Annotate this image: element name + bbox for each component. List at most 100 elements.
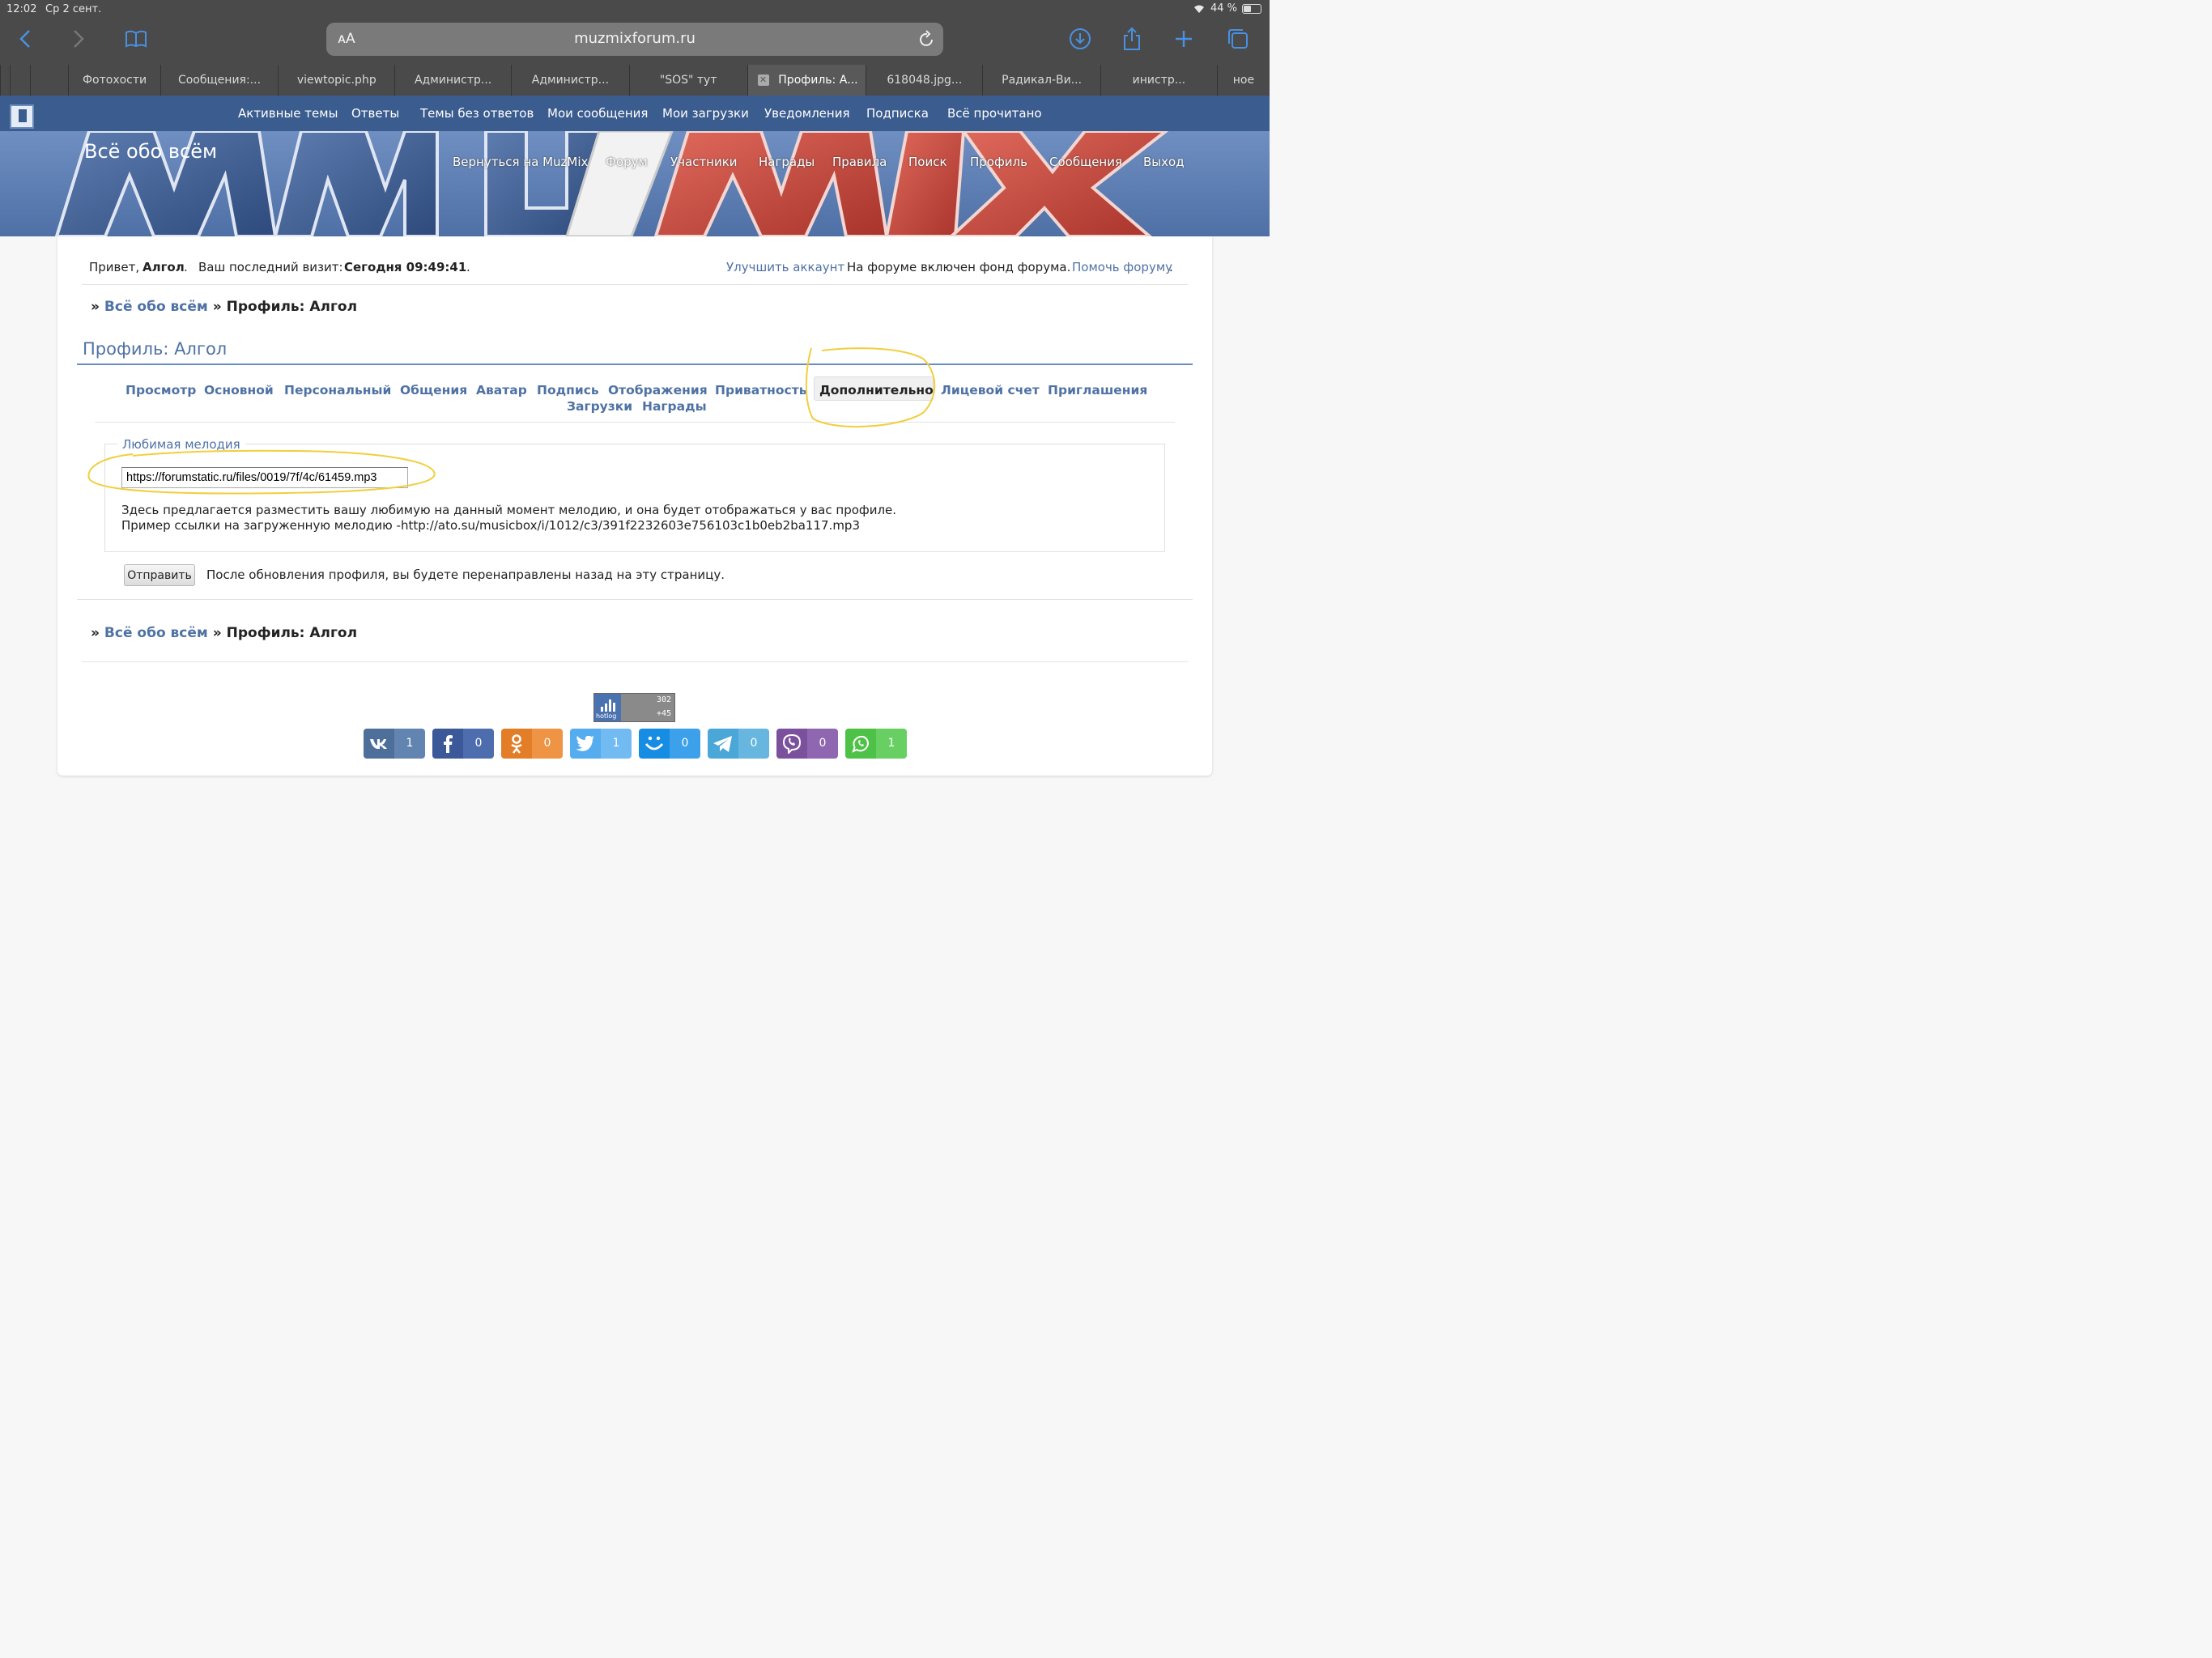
- tab-personal[interactable]: Персональный: [284, 383, 391, 397]
- help-forum-link[interactable]: Помочь форуму: [1072, 260, 1172, 274]
- last-visit-label: Ваш последний визит:: [198, 260, 343, 274]
- tab-overview-button[interactable]: [1223, 24, 1253, 53]
- tab-main[interactable]: Основной: [204, 383, 274, 397]
- download-icon: [1070, 28, 1091, 49]
- plus-icon: [1176, 31, 1192, 47]
- tab-display[interactable]: Отображения: [608, 383, 708, 397]
- share-whatsapp-button[interactable]: 1: [845, 729, 907, 759]
- topnav-active-topics[interactable]: Активные темы: [238, 106, 338, 121]
- share-count: 0: [463, 729, 494, 759]
- tab-uploads[interactable]: Загрузки: [567, 399, 632, 414]
- banner-nav-logout[interactable]: Выход: [1143, 155, 1185, 169]
- tab-view[interactable]: Просмотр: [125, 383, 196, 397]
- bookmarks-button[interactable]: [121, 24, 151, 53]
- topnav-replies[interactable]: Ответы: [351, 106, 399, 121]
- topnav-unanswered[interactable]: Темы без ответов: [420, 106, 534, 121]
- browser-tab[interactable]: Сообщения:...: [160, 65, 279, 96]
- vk-icon: [364, 729, 394, 759]
- banner-nav-profile[interactable]: Профиль: [970, 155, 1027, 169]
- banner-nav-awards[interactable]: Награды: [759, 155, 815, 169]
- share-facebook-button[interactable]: 0: [432, 729, 494, 759]
- divider: [77, 599, 1193, 600]
- battery-percent: 44 %: [1210, 2, 1237, 15]
- topnav-mark-read[interactable]: Всё прочитано: [947, 106, 1042, 121]
- banner-nav-messages[interactable]: Сообщения: [1049, 155, 1122, 169]
- upgrade-account-link[interactable]: Улучшить аккаунт: [726, 260, 844, 274]
- topnav-my-posts[interactable]: Мои сообщения: [547, 106, 648, 121]
- share-icon: [1124, 27, 1140, 50]
- breadcrumb: » Всё обо всём » Профиль: Алгол: [91, 299, 357, 315]
- banner-nav-forum[interactable]: Форум: [606, 155, 648, 169]
- date: Ср 2 сент.: [45, 3, 102, 15]
- forward-button[interactable]: [63, 24, 92, 53]
- close-tab-icon[interactable]: ✕: [757, 74, 769, 86]
- browser-tab-label: "SOS" тут: [659, 74, 717, 87]
- submit-button[interactable]: Отправить: [124, 564, 195, 586]
- share-twitter-button[interactable]: 1: [570, 729, 632, 759]
- banner-nav-members[interactable]: Участники: [670, 155, 738, 169]
- browser-tab[interactable]: viewtopic.php: [278, 65, 394, 96]
- site-logo[interactable]: [10, 104, 34, 129]
- topnav-subscriptions[interactable]: Подписка: [866, 106, 929, 121]
- back-button[interactable]: [11, 24, 40, 53]
- browser-tab[interactable]: [0, 65, 10, 96]
- wifi-icon: [1193, 5, 1204, 13]
- browser-tab-active[interactable]: ✕ Профиль: А...: [747, 65, 866, 96]
- browser-tab[interactable]: Администр...: [394, 65, 511, 96]
- favorite-melody-fieldset: [104, 444, 1165, 552]
- melody-url-input[interactable]: [121, 467, 408, 488]
- share-telegram-button[interactable]: 0: [708, 729, 769, 759]
- breadcrumb-sep: »: [212, 299, 222, 315]
- browser-tab[interactable]: Администр...: [511, 65, 629, 96]
- tab-personal-account[interactable]: Лицевой счет: [941, 383, 1040, 397]
- browser-tab[interactable]: Фотохости: [68, 65, 160, 96]
- breadcrumb-sep: »: [91, 299, 100, 315]
- share-odnoklassniki-button[interactable]: 0: [501, 729, 563, 759]
- browser-tab[interactable]: "SOS" тут: [628, 65, 747, 96]
- reload-icon[interactable]: [919, 30, 935, 48]
- tabs-icon: [1228, 29, 1248, 49]
- bookmark-icon: [19, 109, 27, 122]
- chevron-left-icon: [19, 30, 30, 48]
- facebook-icon: [432, 729, 463, 759]
- browser-tab[interactable]: Радикал-Ви...: [982, 65, 1100, 96]
- url-text[interactable]: muzmixforum.ru: [326, 30, 943, 47]
- new-tab-button[interactable]: [1169, 24, 1198, 53]
- browser-tab[interactable]: [29, 65, 69, 96]
- tab-avatar[interactable]: Аватар: [476, 383, 527, 397]
- tab-invitations[interactable]: Приглашения: [1048, 383, 1147, 397]
- help-text-1: Здесь предлагается разместить вашу любим…: [121, 503, 897, 517]
- downloads-button[interactable]: [1066, 24, 1095, 53]
- topnav-notifications[interactable]: Уведомления: [764, 106, 849, 121]
- share-moimir-button[interactable]: 0: [639, 729, 700, 759]
- banner-nav-muzmix[interactable]: Вернуться на MuzMix: [453, 155, 588, 169]
- banner-nav-search[interactable]: Поиск: [908, 155, 947, 169]
- last-visit-dot: .: [466, 260, 470, 274]
- breadcrumb-bottom: » Всё обо всём » Профиль: Алгол: [91, 625, 357, 641]
- forum-title[interactable]: Всё обо всём: [84, 140, 217, 163]
- hotlog-counter[interactable]: hotlog 302 +45: [593, 693, 675, 722]
- share-vk-button[interactable]: 1: [364, 729, 425, 759]
- browser-tab[interactable]: [9, 65, 30, 96]
- browser-tab[interactable]: 618048.jpg...: [866, 65, 982, 96]
- share-viber-button[interactable]: 0: [776, 729, 838, 759]
- breadcrumb-forum-link[interactable]: Всё обо всём: [104, 625, 208, 641]
- tab-awards[interactable]: Награды: [642, 399, 707, 414]
- hotlog-logo: hotlog: [594, 694, 621, 721]
- browser-tab-label: Профиль: А...: [778, 74, 858, 87]
- tab-additional[interactable]: Дополнительно: [819, 383, 934, 397]
- banner-nav-rules[interactable]: Правила: [832, 155, 887, 169]
- moimir-icon: [639, 729, 670, 759]
- topnav-my-uploads[interactable]: Мои загрузки: [662, 106, 749, 121]
- tab-signature[interactable]: Подпись: [537, 383, 599, 397]
- book-icon: [125, 30, 147, 48]
- address-bar[interactable]: ᴀA muzmixforum.ru: [326, 23, 943, 56]
- browser-tab[interactable]: ное: [1216, 65, 1270, 96]
- browser-tab[interactable]: инистр...: [1100, 65, 1217, 96]
- tab-messaging[interactable]: Общения: [400, 383, 467, 397]
- welcome-greeting: Привет,: [89, 260, 140, 274]
- tab-privacy[interactable]: Приватность: [715, 383, 807, 397]
- breadcrumb-forum-link[interactable]: Всё обо всём: [104, 299, 208, 315]
- share-button[interactable]: [1117, 24, 1146, 53]
- welcome-username[interactable]: Алгол: [143, 260, 185, 274]
